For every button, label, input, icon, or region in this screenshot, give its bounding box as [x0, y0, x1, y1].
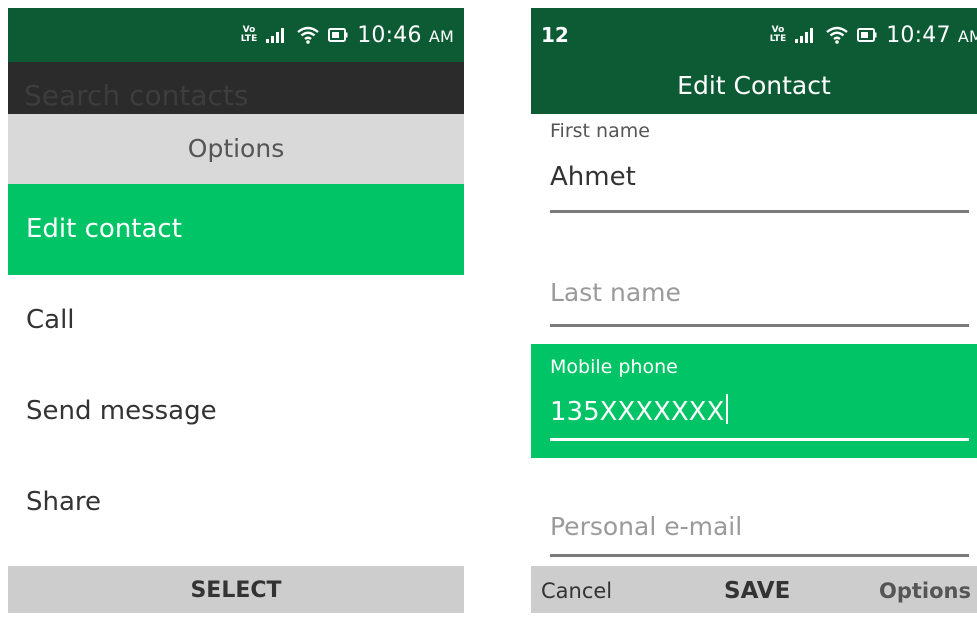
last-name-input[interactable]: Last name	[550, 278, 681, 307]
softkey-bar: Cancel SAVE Options	[531, 566, 977, 613]
volte-icon: Vo LTE	[769, 25, 787, 44]
menu-item-send-message[interactable]: Send message	[8, 366, 464, 457]
personal-email-input[interactable]: Personal e-mail	[550, 512, 742, 541]
first-name-field[interactable]: First name Ahmet	[531, 114, 977, 238]
edit-contact-screen: 12 Vo LTE 10:47 AM Edit Contact First na…	[531, 8, 977, 613]
battery-icon	[328, 28, 348, 42]
personal-email-underline	[550, 554, 969, 557]
save-softkey[interactable]: SAVE	[724, 566, 790, 613]
menu-item-share[interactable]: Share	[8, 457, 464, 548]
personal-email-field[interactable]: Personal e-mail	[531, 458, 977, 566]
mobile-phone-label: Mobile phone	[550, 356, 678, 378]
battery-icon	[857, 28, 877, 42]
menu-item-edit-contact[interactable]: Edit contact	[8, 184, 464, 275]
status-time: 10:47 AM	[886, 22, 977, 48]
mobile-phone-field[interactable]: Mobile phone 135XXXXXXX	[531, 344, 977, 458]
signal-icon	[795, 27, 817, 43]
select-softkey[interactable]: SELECT	[8, 566, 464, 613]
notification-count: 12	[541, 23, 569, 47]
volte-icon: Vo LTE	[240, 25, 258, 44]
wifi-icon	[297, 26, 319, 44]
status-time: 10:46 AM	[357, 22, 454, 48]
mobile-phone-value: 135XXXXXXX	[550, 397, 725, 427]
options-title: Options	[8, 114, 464, 184]
mobile-phone-input[interactable]: 135XXXXXXX	[550, 394, 729, 427]
menu-item-call[interactable]: Call	[8, 275, 464, 366]
first-name-underline	[550, 210, 969, 213]
last-name-field[interactable]: Last name	[531, 238, 977, 344]
text-cursor	[726, 394, 729, 424]
page-title: Edit Contact	[531, 62, 977, 114]
options-softkey[interactable]: Options	[879, 566, 971, 613]
search-placeholder: Search contacts	[24, 79, 249, 112]
signal-icon	[266, 27, 288, 43]
status-bar: Vo LTE 10:46 AM	[8, 8, 464, 62]
first-name-input[interactable]: Ahmet	[550, 162, 636, 192]
options-screen: Vo LTE 10:46 AM Search contacts Options …	[8, 8, 464, 613]
first-name-label: First name	[550, 120, 650, 142]
last-name-underline	[550, 324, 969, 327]
mobile-phone-underline	[550, 438, 969, 441]
wifi-icon	[826, 26, 848, 44]
status-bar: 12 Vo LTE 10:47 AM	[531, 8, 977, 62]
search-contacts-bar[interactable]: Search contacts	[8, 62, 464, 114]
cancel-softkey[interactable]: Cancel	[541, 566, 612, 613]
